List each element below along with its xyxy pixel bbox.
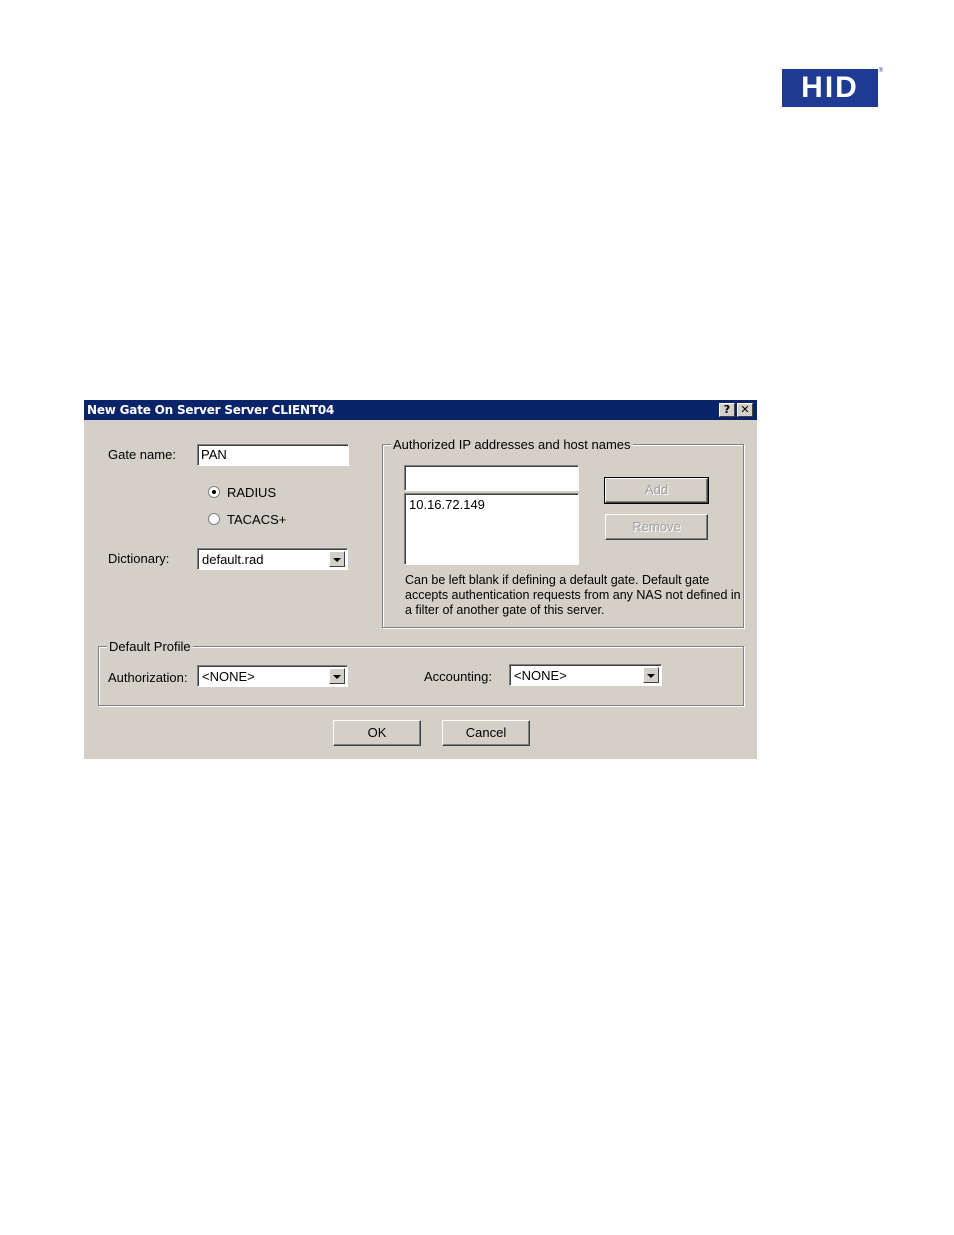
- chevron-down-icon[interactable]: [643, 667, 659, 683]
- authorized-hint: Can be left blank if defining a default …: [405, 573, 741, 617]
- accounting-label: Accounting:: [424, 669, 492, 684]
- tacacs-label[interactable]: TACACS+: [227, 512, 286, 527]
- gate-name-label: Gate name:: [108, 447, 176, 462]
- dialog-title: New Gate On Server Server CLIENT04: [87, 403, 335, 417]
- ok-button[interactable]: OK: [333, 720, 421, 746]
- registered-mark: ®: [878, 68, 883, 74]
- accounting-value: <NONE>: [514, 668, 567, 683]
- authorization-value: <NONE>: [202, 669, 255, 684]
- authorized-group-title: Authorized IP addresses and host names: [391, 437, 633, 452]
- title-bar[interactable]: New Gate On Server Server CLIENT04 ? ✕: [84, 400, 757, 420]
- logo-text: HID: [801, 71, 859, 104]
- list-item[interactable]: 10.16.72.149: [409, 497, 485, 512]
- chevron-down-icon[interactable]: [329, 668, 345, 684]
- cancel-button[interactable]: Cancel: [442, 720, 530, 746]
- authorization-select[interactable]: <NONE>: [197, 665, 348, 687]
- gate-name-input[interactable]: PAN: [197, 444, 349, 466]
- radius-label[interactable]: RADIUS: [227, 485, 276, 500]
- dictionary-select[interactable]: default.rad: [197, 548, 348, 570]
- remove-button[interactable]: Remove: [605, 514, 708, 540]
- dictionary-value: default.rad: [202, 552, 264, 567]
- help-button[interactable]: ?: [719, 403, 735, 417]
- accounting-select[interactable]: <NONE>: [509, 664, 662, 686]
- close-button[interactable]: ✕: [737, 403, 753, 417]
- dictionary-label: Dictionary:: [108, 551, 170, 566]
- new-gate-dialog: New Gate On Server Server CLIENT04 ? ✕ G…: [84, 400, 757, 759]
- authorized-list[interactable]: 10.16.72.149: [404, 493, 579, 565]
- add-button[interactable]: Add: [604, 477, 709, 504]
- default-profile-title: Default Profile: [107, 639, 193, 654]
- radius-radio[interactable]: [208, 486, 220, 498]
- authorized-input[interactable]: [404, 465, 579, 491]
- authorization-label: Authorization:: [108, 670, 188, 685]
- chevron-down-icon[interactable]: [329, 551, 345, 567]
- hid-logo: HID ®: [782, 68, 883, 107]
- tacacs-radio[interactable]: [208, 513, 220, 525]
